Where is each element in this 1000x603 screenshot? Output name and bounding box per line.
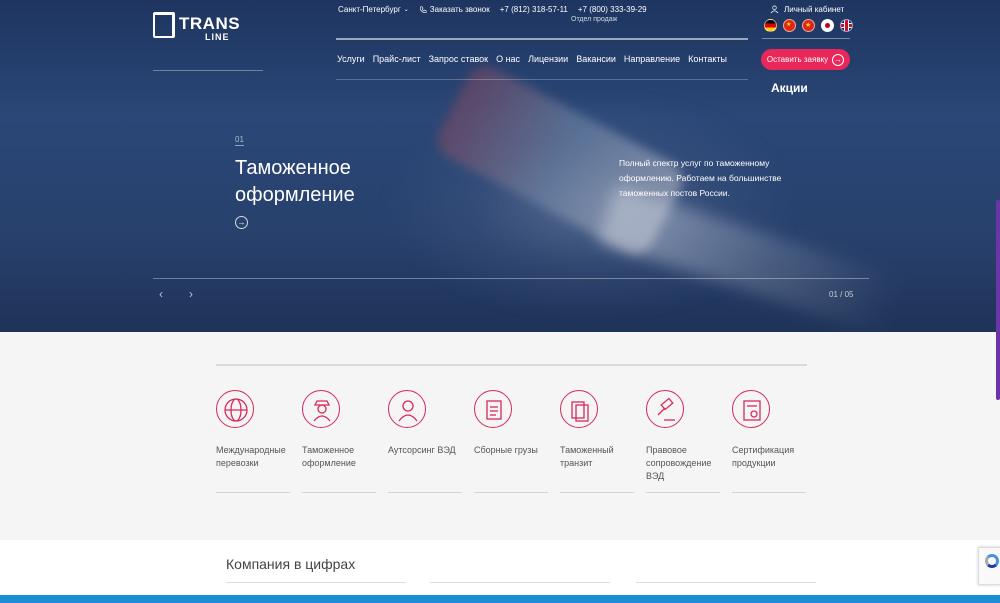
slider-prev-icon[interactable]: ‹ — [159, 287, 163, 301]
sales-department-label: Отдел продаж — [571, 16, 618, 23]
contact-bar: Санкт-Петербург ⌄ Заказать звонок +7 (81… — [338, 5, 647, 14]
arrow-right-icon: → — [832, 53, 845, 66]
cta-label: Оставить заявку — [766, 55, 829, 64]
service-underline — [474, 492, 548, 493]
service-label: Сборные грузы — [474, 445, 538, 455]
slide-more-arrow-icon[interactable]: → — [235, 216, 248, 229]
service-label: Международные перевозки — [216, 445, 286, 468]
nav-divider-bottom — [336, 79, 748, 80]
company-stats-section: Компания в цифрах — [0, 540, 1000, 603]
service-legal-support[interactable]: Правовое сопровождение ВЭД — [646, 390, 722, 483]
slider-next-icon[interactable]: › — [189, 287, 193, 301]
logo-text-top: TRANS — [179, 14, 241, 33]
nav-item-rate-request[interactable]: Запрос ставок — [429, 54, 488, 64]
nav-divider-top — [336, 38, 748, 40]
logo-divider — [153, 70, 263, 71]
phone-icon — [419, 5, 427, 13]
chevron-down-icon: ⌄ — [403, 7, 409, 13]
service-label: Таможенное оформление — [302, 445, 356, 468]
logo-mark-icon — [153, 12, 175, 38]
site-logo[interactable]: TRANS LINE — [153, 12, 243, 42]
recaptcha-icon — [985, 554, 999, 568]
nav-item-vacancies[interactable]: Вакансии — [576, 54, 616, 64]
nav-item-directions[interactable]: Направление — [624, 54, 680, 64]
services-divider — [216, 364, 807, 366]
flag-vn-icon[interactable] — [802, 19, 815, 32]
service-customs-clearance[interactable]: Таможенное оформление — [302, 390, 378, 470]
recaptcha-badge[interactable] — [978, 547, 1000, 585]
hero-slider: TRANS LINE Санкт-Петербург ⌄ Заказать зв… — [0, 0, 1000, 332]
service-label: Правовое сопровождение ВЭД — [646, 445, 712, 481]
phone-spb[interactable]: +7 (812) 318-57-11 — [500, 5, 568, 14]
flag-jp-icon[interactable] — [821, 19, 834, 32]
nav-item-services[interactable]: Услуги — [337, 54, 365, 64]
city-label: Санкт-Петербург — [338, 5, 401, 14]
leave-request-button[interactable]: Оставить заявку → — [761, 49, 850, 70]
service-underline — [646, 492, 720, 493]
service-groupage-cargo[interactable]: Сборные грузы — [474, 390, 550, 457]
customs-officer-icon — [302, 390, 340, 428]
flag-de-icon[interactable] — [764, 19, 777, 32]
user-icon — [770, 5, 779, 14]
language-switcher — [764, 19, 853, 32]
phone-free[interactable]: +7 (800) 333-39-29 — [578, 5, 647, 14]
side-scroll-edge — [996, 200, 1000, 400]
gavel-icon — [646, 390, 684, 428]
callback-link[interactable]: Заказать звонок — [419, 5, 490, 14]
slide-number: 01 — [235, 135, 244, 146]
person-icon — [388, 390, 426, 428]
service-underline — [302, 492, 376, 493]
nav-item-licenses[interactable]: Лицензии — [528, 54, 568, 64]
nav-item-contacts[interactable]: Контакты — [688, 54, 727, 64]
service-international-transport[interactable]: Международные перевозки — [216, 390, 292, 470]
flag-gb-icon[interactable] — [840, 19, 853, 32]
service-underline — [732, 492, 806, 493]
service-customs-transit[interactable]: Таможенный транзит — [560, 390, 636, 470]
documents-icon — [560, 390, 598, 428]
slide-counter: 01 / 05 — [829, 290, 854, 299]
service-underline — [216, 492, 290, 493]
nav-item-pricelist[interactable]: Прайс-лист — [373, 54, 421, 64]
os-taskbar — [0, 595, 1000, 603]
certificate-icon — [732, 390, 770, 428]
globe-icon — [216, 390, 254, 428]
flag-cn-icon[interactable] — [783, 19, 796, 32]
service-ved-outsourcing[interactable]: Аутсорсинг ВЭД — [388, 390, 464, 457]
callback-label: Заказать звонок — [429, 5, 490, 14]
slide-title: Таможенное оформление — [235, 157, 355, 206]
cabinet-label: Личный кабинет — [784, 5, 845, 14]
logo-text-bottom: LINE — [205, 32, 230, 42]
service-label: Таможенный транзит — [560, 445, 614, 468]
clipboard-icon — [474, 390, 512, 428]
stats-divider — [430, 582, 610, 583]
stats-divider — [226, 582, 406, 583]
service-label: Сертификация продукции — [732, 445, 795, 468]
personal-cabinet-link[interactable]: Личный кабинет — [770, 5, 844, 14]
slide-description: Полный спектр услуг по таможенному оформ… — [619, 158, 782, 198]
city-selector[interactable]: Санкт-Петербург ⌄ — [338, 5, 409, 14]
promo-link[interactable]: Акции — [771, 81, 808, 95]
service-certification[interactable]: Сертификация продукции — [732, 390, 808, 470]
main-nav: Услуги Прайс-лист Запрос ставок О нас Ли… — [337, 54, 727, 64]
service-underline — [388, 492, 462, 493]
section-title: Компания в цифрах — [226, 556, 356, 572]
nav-item-about[interactable]: О нас — [496, 54, 520, 64]
language-divider — [762, 38, 850, 39]
slider-divider — [153, 278, 869, 279]
stats-divider — [636, 582, 816, 583]
service-underline — [560, 492, 634, 493]
service-label: Аутсорсинг ВЭД — [388, 445, 456, 455]
